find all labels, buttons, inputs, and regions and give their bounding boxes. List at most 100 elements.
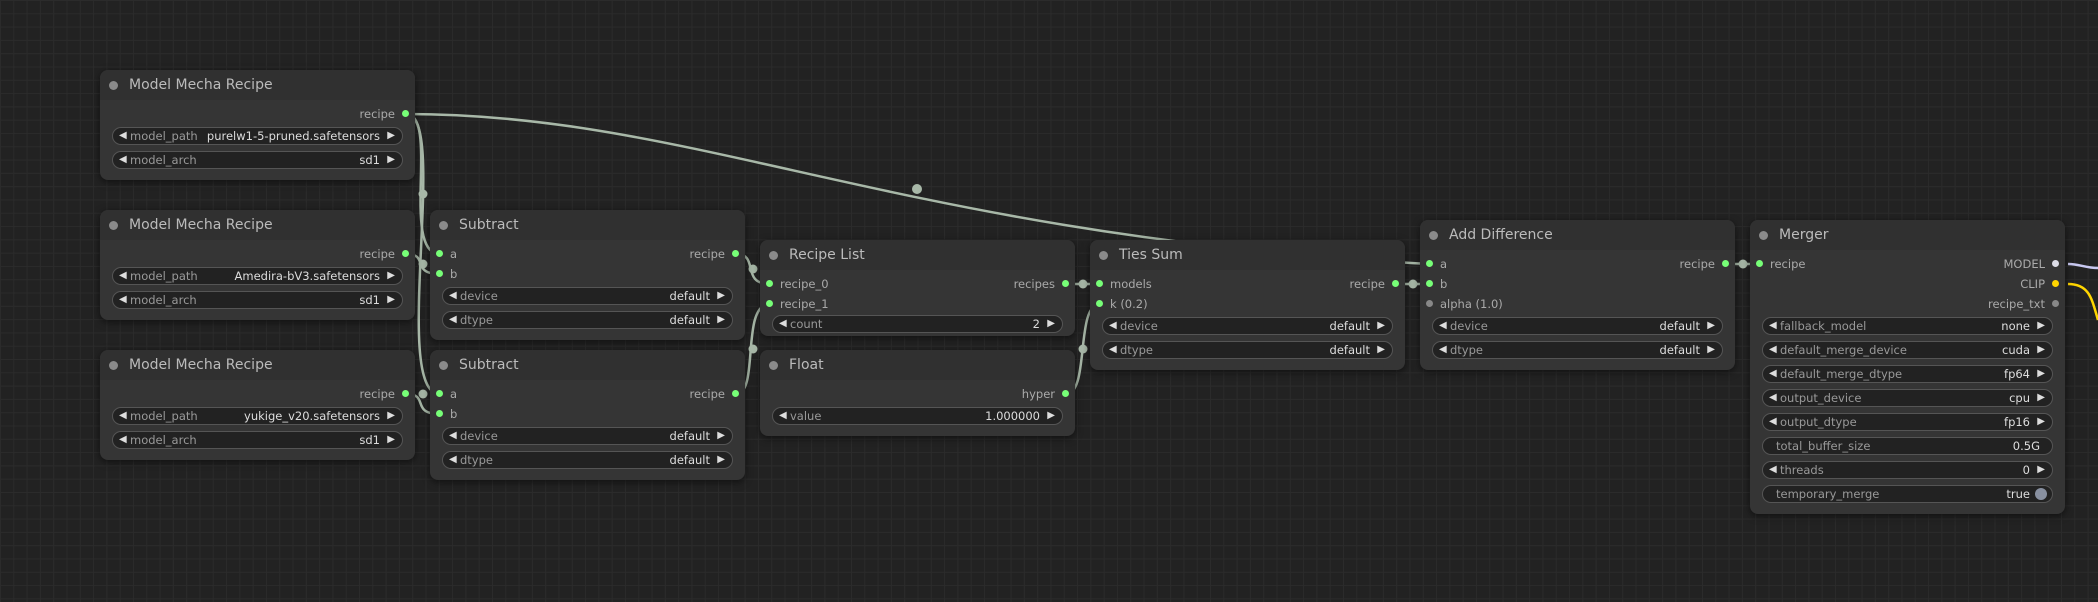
increment-arrow-icon[interactable]: ▶ bbox=[2037, 390, 2045, 406]
node-header[interactable]: Model Mecha Recipe bbox=[100, 70, 415, 100]
input-socket-a[interactable] bbox=[436, 250, 443, 257]
node-model-mecha-recipe-2[interactable]: Model Mecha Recipe recipe ◀ model_path A… bbox=[100, 210, 415, 320]
input-socket-alpha[interactable] bbox=[1426, 300, 1433, 307]
device-combo[interactable]: ◀ device default ▶ bbox=[1102, 317, 1393, 335]
fallback-model-combo[interactable]: ◀ fallback_model none ▶ bbox=[1762, 317, 2053, 335]
model-arch-combo[interactable]: ◀ model_arch sd1 ▶ bbox=[112, 151, 403, 169]
decrement-arrow-icon[interactable]: ◀ bbox=[1769, 462, 1777, 478]
output-socket-model[interactable] bbox=[2052, 260, 2059, 267]
temporary-merge-toggle[interactable]: temporary_merge true bbox=[1762, 485, 2053, 503]
decrement-arrow-icon[interactable]: ◀ bbox=[449, 428, 457, 444]
node-header[interactable]: Merger bbox=[1750, 220, 2065, 250]
collapse-dot-icon[interactable] bbox=[439, 361, 448, 370]
dtype-combo[interactable]: ◀ dtype default ▶ bbox=[1102, 341, 1393, 359]
node-float[interactable]: Float hyper ◀ value 1.000000 ▶ bbox=[760, 350, 1075, 436]
count-stepper[interactable]: ◀ count 2 ▶ bbox=[772, 315, 1063, 333]
collapse-dot-icon[interactable] bbox=[109, 361, 118, 370]
value-stepper[interactable]: ◀ value 1.000000 ▶ bbox=[772, 407, 1063, 425]
increment-arrow-icon[interactable]: ▶ bbox=[387, 408, 395, 424]
output-socket[interactable] bbox=[1062, 390, 1069, 397]
output-socket[interactable] bbox=[1392, 280, 1399, 287]
collapse-dot-icon[interactable] bbox=[439, 221, 448, 230]
decrement-arrow-icon[interactable]: ◀ bbox=[1769, 390, 1777, 406]
node-header[interactable]: Subtract bbox=[430, 210, 745, 240]
input-socket-b[interactable] bbox=[1426, 280, 1433, 287]
model-arch-combo[interactable]: ◀ model_arch sd1 ▶ bbox=[112, 291, 403, 309]
threads-stepper[interactable]: ◀ threads 0 ▶ bbox=[1762, 461, 2053, 479]
decrement-arrow-icon[interactable]: ◀ bbox=[1769, 366, 1777, 382]
increment-arrow-icon[interactable]: ▶ bbox=[1707, 342, 1715, 358]
node-recipe-list[interactable]: Recipe List recipe_0 recipes recipe_1 ◀ … bbox=[760, 240, 1075, 336]
decrement-arrow-icon[interactable]: ◀ bbox=[119, 292, 127, 308]
input-socket-a[interactable] bbox=[1426, 260, 1433, 267]
increment-arrow-icon[interactable]: ▶ bbox=[387, 292, 395, 308]
increment-arrow-icon[interactable]: ▶ bbox=[387, 128, 395, 144]
decrement-arrow-icon[interactable]: ◀ bbox=[1769, 342, 1777, 358]
output-socket[interactable] bbox=[402, 390, 409, 397]
decrement-arrow-icon[interactable]: ◀ bbox=[779, 316, 787, 332]
decrement-arrow-icon[interactable]: ◀ bbox=[779, 408, 787, 424]
node-model-mecha-recipe-1[interactable]: Model Mecha Recipe recipe ◀ model_path p… bbox=[100, 70, 415, 180]
device-combo[interactable]: ◀ device default ▶ bbox=[442, 287, 733, 305]
increment-arrow-icon[interactable]: ▶ bbox=[717, 288, 725, 304]
dtype-combo[interactable]: ◀ dtype default ▶ bbox=[442, 451, 733, 469]
increment-arrow-icon[interactable]: ▶ bbox=[2037, 414, 2045, 430]
output-socket[interactable] bbox=[732, 390, 739, 397]
decrement-arrow-icon[interactable]: ◀ bbox=[1109, 318, 1117, 334]
node-header[interactable]: Recipe List bbox=[760, 240, 1075, 270]
increment-arrow-icon[interactable]: ▶ bbox=[717, 428, 725, 444]
node-header[interactable]: Subtract bbox=[430, 350, 745, 380]
default-merge-device-combo[interactable]: ◀ default_merge_device cuda ▶ bbox=[1762, 341, 2053, 359]
increment-arrow-icon[interactable]: ▶ bbox=[1707, 318, 1715, 334]
increment-arrow-icon[interactable]: ▶ bbox=[1377, 318, 1385, 334]
total-buffer-size-field[interactable]: total_buffer_size 0.5G bbox=[1762, 437, 2053, 455]
input-socket-recipe-1[interactable] bbox=[766, 300, 773, 307]
output-socket-clip[interactable] bbox=[2052, 280, 2059, 287]
increment-arrow-icon[interactable]: ▶ bbox=[2037, 318, 2045, 334]
node-header[interactable]: Add Difference bbox=[1420, 220, 1735, 250]
increment-arrow-icon[interactable]: ▶ bbox=[717, 312, 725, 328]
output-socket-recipe-txt[interactable] bbox=[2052, 300, 2059, 307]
output-socket[interactable] bbox=[1722, 260, 1729, 267]
node-header[interactable]: Model Mecha Recipe bbox=[100, 210, 415, 240]
input-socket-recipe-0[interactable] bbox=[766, 280, 773, 287]
model-path-combo[interactable]: ◀ model_path Amedira-bV3.safetensors ▶ bbox=[112, 267, 403, 285]
decrement-arrow-icon[interactable]: ◀ bbox=[1439, 342, 1447, 358]
input-socket-b[interactable] bbox=[436, 270, 443, 277]
increment-arrow-icon[interactable]: ▶ bbox=[2037, 366, 2045, 382]
decrement-arrow-icon[interactable]: ◀ bbox=[449, 288, 457, 304]
decrement-arrow-icon[interactable]: ◀ bbox=[449, 452, 457, 468]
decrement-arrow-icon[interactable]: ◀ bbox=[119, 408, 127, 424]
node-subtract-1[interactable]: Subtract a recipe b ◀ device default ▶ ◀… bbox=[430, 210, 745, 340]
toggle-knob-icon[interactable] bbox=[2035, 488, 2047, 500]
collapse-dot-icon[interactable] bbox=[109, 81, 118, 90]
node-ties-sum[interactable]: Ties Sum models recipe k (0.2) ◀ device … bbox=[1090, 240, 1405, 370]
decrement-arrow-icon[interactable]: ◀ bbox=[449, 312, 457, 328]
decrement-arrow-icon[interactable]: ◀ bbox=[1109, 342, 1117, 358]
increment-arrow-icon[interactable]: ▶ bbox=[387, 268, 395, 284]
decrement-arrow-icon[interactable]: ◀ bbox=[119, 128, 127, 144]
collapse-dot-icon[interactable] bbox=[1759, 231, 1768, 240]
node-model-mecha-recipe-3[interactable]: Model Mecha Recipe recipe ◀ model_path y… bbox=[100, 350, 415, 460]
increment-arrow-icon[interactable]: ▶ bbox=[387, 432, 395, 448]
node-subtract-2[interactable]: Subtract a recipe b ◀ device default ▶ ◀… bbox=[430, 350, 745, 480]
decrement-arrow-icon[interactable]: ◀ bbox=[119, 152, 127, 168]
dtype-combo[interactable]: ◀ dtype default ▶ bbox=[1432, 341, 1723, 359]
node-header[interactable]: Float bbox=[760, 350, 1075, 380]
increment-arrow-icon[interactable]: ▶ bbox=[2037, 342, 2045, 358]
dtype-combo[interactable]: ◀ dtype default ▶ bbox=[442, 311, 733, 329]
device-combo[interactable]: ◀ device default ▶ bbox=[1432, 317, 1723, 335]
decrement-arrow-icon[interactable]: ◀ bbox=[1769, 318, 1777, 334]
decrement-arrow-icon[interactable]: ◀ bbox=[119, 432, 127, 448]
input-socket-b[interactable] bbox=[436, 410, 443, 417]
decrement-arrow-icon[interactable]: ◀ bbox=[1769, 414, 1777, 430]
output-socket[interactable] bbox=[1062, 280, 1069, 287]
input-socket-recipe[interactable] bbox=[1756, 260, 1763, 267]
output-socket[interactable] bbox=[402, 110, 409, 117]
node-header[interactable]: Model Mecha Recipe bbox=[100, 350, 415, 380]
output-socket[interactable] bbox=[402, 250, 409, 257]
decrement-arrow-icon[interactable]: ◀ bbox=[1439, 318, 1447, 334]
input-socket-k[interactable] bbox=[1096, 300, 1103, 307]
model-arch-combo[interactable]: ◀ model_arch sd1 ▶ bbox=[112, 431, 403, 449]
increment-arrow-icon[interactable]: ▶ bbox=[717, 452, 725, 468]
